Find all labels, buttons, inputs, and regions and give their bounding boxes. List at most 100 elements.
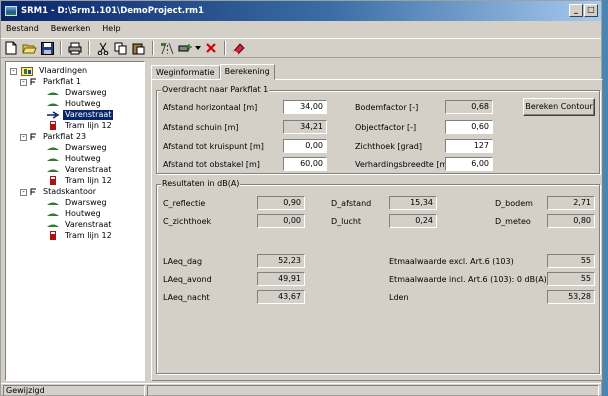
collapse-icon[interactable]: - [20, 188, 27, 196]
field-afstand-horizontaal[interactable]: 34,00 [283, 100, 327, 114]
tree-leaf-label: Houtweg [65, 99, 101, 108]
value-laeq-nacht: 43,67 [257, 290, 305, 304]
value-etmaal-incl: 55 [547, 272, 595, 286]
menu-bewerken[interactable]: Bewerken [49, 23, 93, 37]
menu-bestand[interactable]: Bestand [4, 23, 41, 37]
tree-leaf-tram[interactable]: Tram lijn 12 [46, 231, 114, 241]
calculate-icon[interactable] [231, 40, 247, 56]
tree-root[interactable]: - Vlaardingen [10, 66, 89, 76]
tree-node-stadskantoor[interactable]: - Stadskantoor [20, 187, 98, 197]
tree-leaf-houtweg[interactable]: Houtweg [46, 154, 103, 164]
tree-node-label: Parkflat 1 [43, 77, 81, 86]
group-resultaten: Resultaten in dB(A) C_reflectie 0,90 C_z… [156, 179, 600, 374]
field-bodemfactor: 0,68 [445, 100, 493, 114]
toolbar-separator [152, 41, 154, 55]
value-laeq-avond: 49,91 [257, 272, 305, 286]
road-icon [46, 89, 60, 97]
add-road-icon[interactable] [159, 40, 175, 56]
delete-icon[interactable] [203, 40, 219, 56]
tree-leaf-label-selected: Varenstraat [63, 110, 114, 120]
cut-icon[interactable] [95, 40, 111, 56]
collapse-icon[interactable]: - [20, 78, 27, 86]
field-verhardingsbreedte[interactable]: 6,00 [445, 157, 493, 171]
label-objectfactor: Objectfactor [-] [355, 123, 417, 132]
tree-leaf-dwarsweg[interactable]: Dwarsweg [46, 88, 109, 98]
dropdown-arrow-icon[interactable] [195, 40, 201, 56]
label-d-meteo: D_meteo [495, 217, 531, 226]
toolbar-separator [60, 41, 62, 55]
tree-leaf-tram[interactable]: Tram lijn 12 [46, 121, 114, 131]
menu-bar: Bestand Bewerken Help [1, 23, 123, 37]
new-icon[interactable] [3, 40, 19, 56]
road-icon [46, 155, 60, 163]
minimize-button[interactable]: _ [569, 4, 583, 17]
open-icon[interactable] [21, 40, 37, 56]
label-afstand-kruispunt: Afstand tot kruispunt [m] [163, 142, 264, 151]
tab-berekening[interactable]: Berekening [219, 64, 275, 80]
label-bodemfactor: Bodemfactor [-] [355, 103, 419, 112]
group-title: Overdracht naar Parkflat 1 [161, 85, 270, 95]
road-icon [46, 199, 60, 207]
tree-leaf-label: Tram lijn 12 [65, 176, 112, 185]
tree-leaf-label: Dwarsweg [65, 88, 107, 97]
print-icon[interactable] [67, 40, 83, 56]
tree-leaf-label: Tram lijn 12 [65, 231, 112, 240]
bereken-contour-button[interactable]: Bereken Contour [523, 98, 595, 116]
label-etmaal-incl: Etmaalwaarde incl. Art.6 (103): 0 dB(A) [389, 275, 547, 284]
field-afstand-kruispunt[interactable]: 0,00 [283, 139, 327, 153]
label-laeq-dag: LAeq_dag [163, 257, 203, 266]
label-d-bodem: D_bodem [495, 199, 533, 208]
paste-icon[interactable] [131, 40, 147, 56]
label-afstand-horizontaal: Afstand horizontaal [m] [163, 103, 258, 112]
value-d-bodem: 2,71 [547, 196, 595, 210]
group-overdracht: Overdracht naar Parkflat 1 Afstand horiz… [156, 85, 600, 174]
splitter[interactable] [147, 61, 150, 381]
label-verhardingsbreedte: Verhardingsbreedte [m] [355, 160, 451, 169]
tree-node-label: Stadskantoor [43, 187, 97, 196]
field-afstand-obstakel[interactable]: 60,00 [283, 157, 327, 171]
label-afstand-obstakel: Afstand tot obstakel [m] [163, 160, 260, 169]
road-icon [46, 166, 60, 174]
collapse-icon[interactable]: - [20, 133, 27, 141]
field-objectfactor[interactable]: 0,60 [445, 120, 493, 134]
label-c-zichthoek: C_zichthoek [163, 217, 212, 226]
tree-leaf-label: Varenstraat [65, 165, 112, 174]
tree-leaf-houtweg[interactable]: Houtweg [46, 99, 103, 109]
project-tree[interactable]: - Vlaardingen - Parkflat 1 Dwarsweg Hout… [5, 61, 145, 381]
field-zichthoek[interactable]: 127 [445, 139, 493, 153]
label-laeq-avond: LAeq_avond [163, 275, 212, 284]
tab-weginformatie[interactable]: Weginformatie [151, 65, 220, 79]
tree-leaf-houtweg[interactable]: Houtweg [46, 209, 103, 219]
tree-leaf-varenstraat[interactable]: Varenstraat [46, 110, 114, 120]
tree-leaf-varenstraat[interactable]: Varenstraat [46, 220, 113, 230]
tree-node-parkflat-1[interactable]: - Parkflat 1 [20, 77, 83, 87]
collapse-icon[interactable]: - [10, 67, 17, 75]
status-text: Gewijzigd [3, 385, 145, 396]
road-icon [46, 144, 60, 152]
road-icon [46, 210, 60, 218]
tree-leaf-label: Dwarsweg [65, 143, 107, 152]
tree-node-parkflat-23[interactable]: - Parkflat 23 [20, 132, 88, 142]
maximize-button[interactable]: □ [584, 4, 598, 17]
tree-leaf-label: Houtweg [65, 154, 101, 163]
label-d-afstand: D_afstand [331, 199, 372, 208]
value-d-afstand: 15,34 [389, 196, 437, 210]
tree-leaf-label: Varenstraat [65, 220, 112, 229]
tree-leaf-dwarsweg[interactable]: Dwarsweg [46, 198, 109, 208]
tab-strip: Weginformatie Berekening [151, 64, 275, 80]
save-icon[interactable] [39, 40, 55, 56]
menu-help[interactable]: Help [100, 23, 122, 37]
tree-leaf-dwarsweg[interactable]: Dwarsweg [46, 143, 109, 153]
label-d-lucht: D_lucht [331, 217, 362, 226]
group-title: Resultaten in dB(A) [161, 179, 241, 189]
label-lden: Lden [389, 293, 409, 302]
copy-icon[interactable] [113, 40, 129, 56]
label-afstand-schuin: Afstand schuin [m] [163, 123, 239, 132]
tree-leaf-tram[interactable]: Tram lijn 12 [46, 176, 114, 186]
toolbar-separator [88, 41, 90, 55]
title-bar[interactable]: SRM1 - D:\Srm1.101\DemoProject.rm1 _ □ [1, 1, 601, 21]
tram-icon [46, 176, 60, 185]
building-icon [30, 78, 38, 86]
tree-leaf-varenstraat[interactable]: Varenstraat [46, 165, 113, 175]
add-item-icon[interactable] [177, 40, 193, 56]
